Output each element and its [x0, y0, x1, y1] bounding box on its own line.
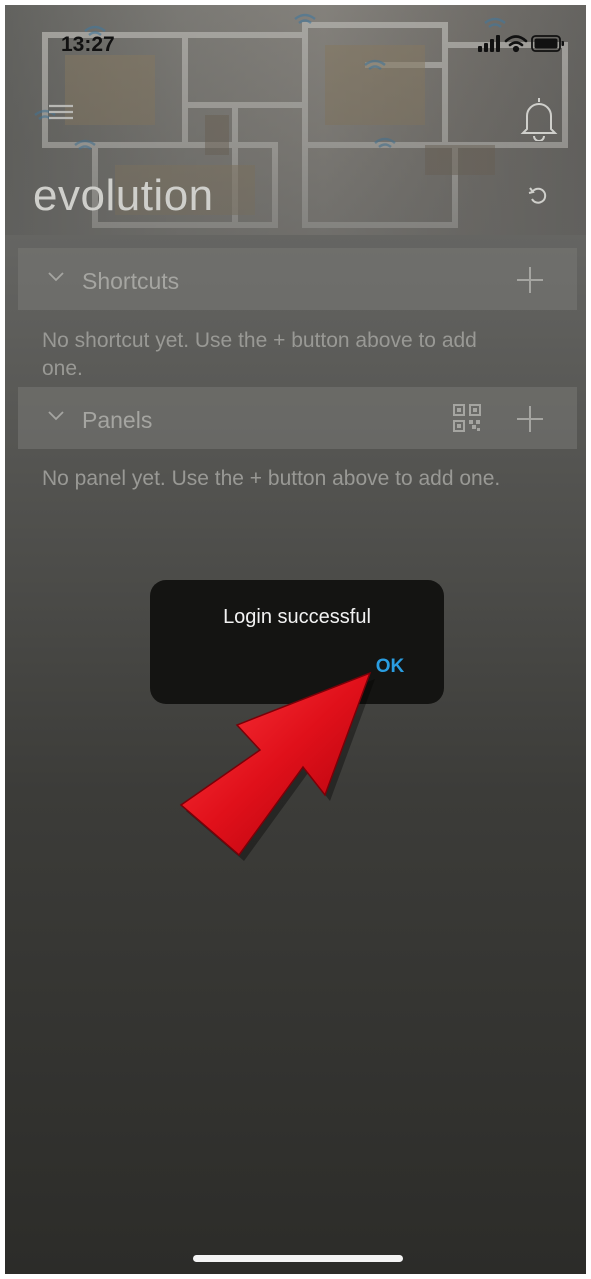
add-panel-plus-icon[interactable] — [516, 405, 544, 433]
annotation-arrow-icon — [179, 671, 375, 861]
phone-screen: 13:27 evolution Shortcuts No shortcut ye… — [5, 5, 586, 1274]
dialog-message: Login successful — [223, 606, 371, 628]
shortcuts-label: Shortcuts — [82, 268, 180, 294]
status-icons — [478, 33, 568, 60]
add-shortcut-plus-icon[interactable] — [516, 266, 544, 294]
battery-icon — [531, 35, 564, 52]
chevron-down-icon[interactable] — [48, 411, 64, 421]
panels-empty-text: No panel yet. Use the + button above to … — [42, 467, 501, 490]
wifi-icon — [504, 35, 528, 53]
chevron-down-icon[interactable] — [48, 272, 64, 282]
app-title: evolution — [33, 171, 214, 220]
home-indicator — [193, 1255, 403, 1262]
shortcuts-empty-text: No shortcut yet. Use the + button above … — [42, 329, 477, 380]
refresh-icon[interactable] — [527, 186, 547, 211]
panels-label: Panels — [82, 407, 153, 433]
shortcuts-section-header[interactable]: Shortcuts — [18, 248, 577, 310]
signal-icon — [478, 35, 500, 52]
bell-icon[interactable] — [519, 95, 559, 146]
qr-code-icon[interactable] — [452, 403, 482, 433]
status-time: 13:27 — [61, 33, 115, 56]
panels-section-header[interactable]: Panels — [18, 387, 577, 449]
menu-icon[interactable] — [49, 103, 73, 126]
header: 13:27 evolution — [5, 5, 586, 235]
